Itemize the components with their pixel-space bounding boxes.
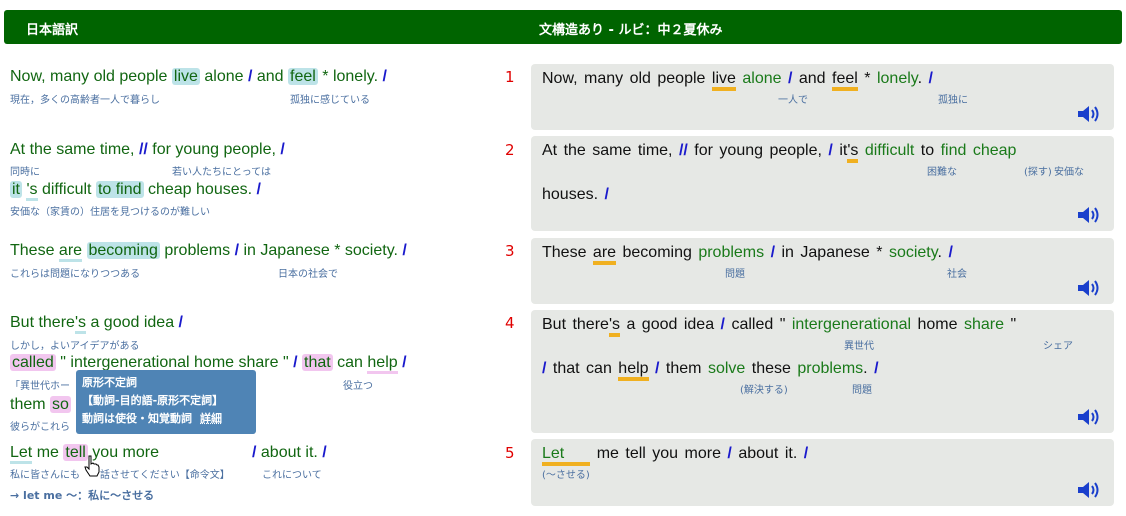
slash-mark: / bbox=[604, 186, 609, 203]
gloss: (解決する) bbox=[740, 385, 788, 396]
slash-mark: / bbox=[874, 360, 879, 377]
speaker-icon[interactable] bbox=[1076, 205, 1102, 225]
gloss: 安価な bbox=[1054, 167, 1084, 178]
slash-mark: / bbox=[247, 68, 253, 85]
gloss: 若い人たちにとっては bbox=[172, 167, 271, 178]
grammar-tooltip: 原形不定詞 【動詞-目的語-原形不定詞】 動詞は使役・知覚動詞 詳細 bbox=[76, 370, 256, 434]
word-are[interactable]: are bbox=[592, 244, 617, 265]
word-solve[interactable]: so bbox=[50, 396, 71, 413]
gloss: 話させてください【命令文】 bbox=[100, 470, 230, 481]
slash-mark: / bbox=[280, 141, 285, 158]
sentence-number: 3 bbox=[505, 242, 515, 260]
word-is[interactable]: 's bbox=[26, 181, 38, 201]
slash-mark: / bbox=[948, 244, 953, 261]
slash-mark: / bbox=[542, 360, 547, 377]
sentence-number: 1 bbox=[505, 68, 515, 86]
gloss: 問題 bbox=[852, 385, 872, 396]
word-are[interactable]: are bbox=[58, 242, 83, 262]
tooltip-detail-link[interactable]: 詳細 bbox=[200, 412, 222, 425]
gloss: 困難な bbox=[927, 167, 957, 178]
gloss: (〜させる) bbox=[542, 470, 590, 481]
slash-mark: / bbox=[828, 142, 833, 159]
gloss: 私に皆さんにも bbox=[10, 470, 80, 481]
slash-mark: / bbox=[252, 444, 257, 461]
gloss: 役立つ bbox=[343, 381, 373, 392]
sentence-number: 4 bbox=[505, 314, 515, 332]
structure-box-4: But there's a good idea / called " inter… bbox=[531, 310, 1114, 433]
hand-cursor-icon bbox=[84, 455, 100, 477]
slash-mark: / bbox=[727, 445, 732, 462]
gloss: 「異世代ホー bbox=[10, 381, 70, 392]
word-feel[interactable]: feel bbox=[288, 68, 318, 85]
slash-mark: / bbox=[402, 354, 407, 371]
structure-box-1: Now, many old people live alone / and fe… bbox=[531, 64, 1114, 130]
gloss: (探す) bbox=[1024, 167, 1052, 178]
gloss: しかし，よいアイデアがある bbox=[10, 341, 140, 352]
slash-mark: / bbox=[770, 244, 776, 261]
speaker-icon[interactable] bbox=[1076, 278, 1102, 298]
slash-mark: / bbox=[178, 314, 183, 331]
slash-mark: / bbox=[787, 70, 793, 87]
slash-mark: / bbox=[293, 354, 298, 371]
word-called[interactable]: called bbox=[10, 354, 56, 371]
slash-mark: / bbox=[928, 70, 933, 87]
slash-mark: / bbox=[256, 181, 261, 198]
left-column-title: 日本語訳 bbox=[26, 23, 79, 38]
word-to-find[interactable]: to find bbox=[95, 181, 144, 198]
word-help[interactable]: help bbox=[367, 354, 398, 374]
slash-mark: / bbox=[655, 360, 660, 377]
structure-box-3: These are becoming problems / in Japanes… bbox=[531, 238, 1114, 304]
gloss: 孤独に感じている bbox=[290, 95, 370, 106]
word-live[interactable]: live bbox=[711, 70, 736, 91]
gloss: 一人で bbox=[778, 95, 808, 106]
slash-mark: / bbox=[234, 242, 240, 259]
slash-mark: / bbox=[322, 444, 327, 461]
gloss: 彼らがこれら bbox=[10, 422, 70, 433]
gloss: 社会 bbox=[947, 269, 967, 280]
word-live[interactable]: live bbox=[171, 68, 200, 85]
word-is[interactable]: 's bbox=[608, 316, 620, 337]
gloss: 異世代 bbox=[844, 341, 874, 352]
slash-mark: / bbox=[803, 445, 809, 462]
gloss: 安価な（家賃の）住居を見つけるのが難しい bbox=[10, 207, 210, 218]
gloss: 現在，多くの高齢者一人で暮らし bbox=[10, 95, 160, 106]
sentence-number: 5 bbox=[505, 444, 515, 462]
word-feel[interactable]: feel bbox=[832, 70, 858, 91]
word-is[interactable]: 's bbox=[847, 142, 859, 163]
sentence-number: 2 bbox=[505, 141, 515, 159]
word-it[interactable]: it bbox=[10, 181, 22, 198]
structure-box-2: At the same time, // for young people, /… bbox=[531, 136, 1114, 231]
gloss: これらは問題になりつつある bbox=[10, 269, 141, 280]
word-that[interactable]: that bbox=[302, 354, 333, 371]
grammar-note: → let me 〜：私に〜させる bbox=[10, 489, 155, 502]
speaker-icon[interactable] bbox=[1076, 480, 1102, 500]
word-help[interactable]: help bbox=[618, 360, 649, 381]
gloss: 日本の社会で bbox=[278, 269, 338, 280]
tooltip-desc: 動詞は使役・知覚動詞 bbox=[82, 412, 192, 425]
right-column-title: 文構造あり - ルビ：中２夏休み bbox=[539, 23, 723, 38]
slash-mark: / bbox=[402, 242, 407, 259]
word-let[interactable]: Let bbox=[10, 444, 33, 464]
gloss: シェア bbox=[1043, 341, 1073, 352]
tooltip-pattern: 【動詞-目的語-原形不定詞】 bbox=[82, 394, 224, 407]
word-becoming[interactable]: becoming bbox=[86, 242, 160, 259]
tooltip-title: 原形不定詞 bbox=[82, 376, 137, 389]
slash-mark: // bbox=[678, 142, 688, 159]
gloss: 同時に bbox=[10, 167, 40, 178]
gloss: 孤独に bbox=[938, 95, 968, 106]
word-let[interactable]: Let bbox=[542, 445, 591, 466]
header-bar: 日本語訳 文構造あり - ルビ：中２夏休み bbox=[4, 10, 1122, 44]
structure-box-5: Let me tell you more / about it. / (〜させる… bbox=[531, 439, 1114, 506]
word-is[interactable]: 's bbox=[74, 314, 86, 334]
gloss: 問題 bbox=[725, 269, 745, 280]
slash-mark: // bbox=[138, 141, 148, 158]
gloss: これについて bbox=[262, 470, 322, 481]
speaker-icon[interactable] bbox=[1076, 407, 1102, 427]
slash-mark: / bbox=[382, 68, 387, 85]
speaker-icon[interactable] bbox=[1076, 104, 1102, 124]
slash-mark: / bbox=[720, 316, 725, 333]
